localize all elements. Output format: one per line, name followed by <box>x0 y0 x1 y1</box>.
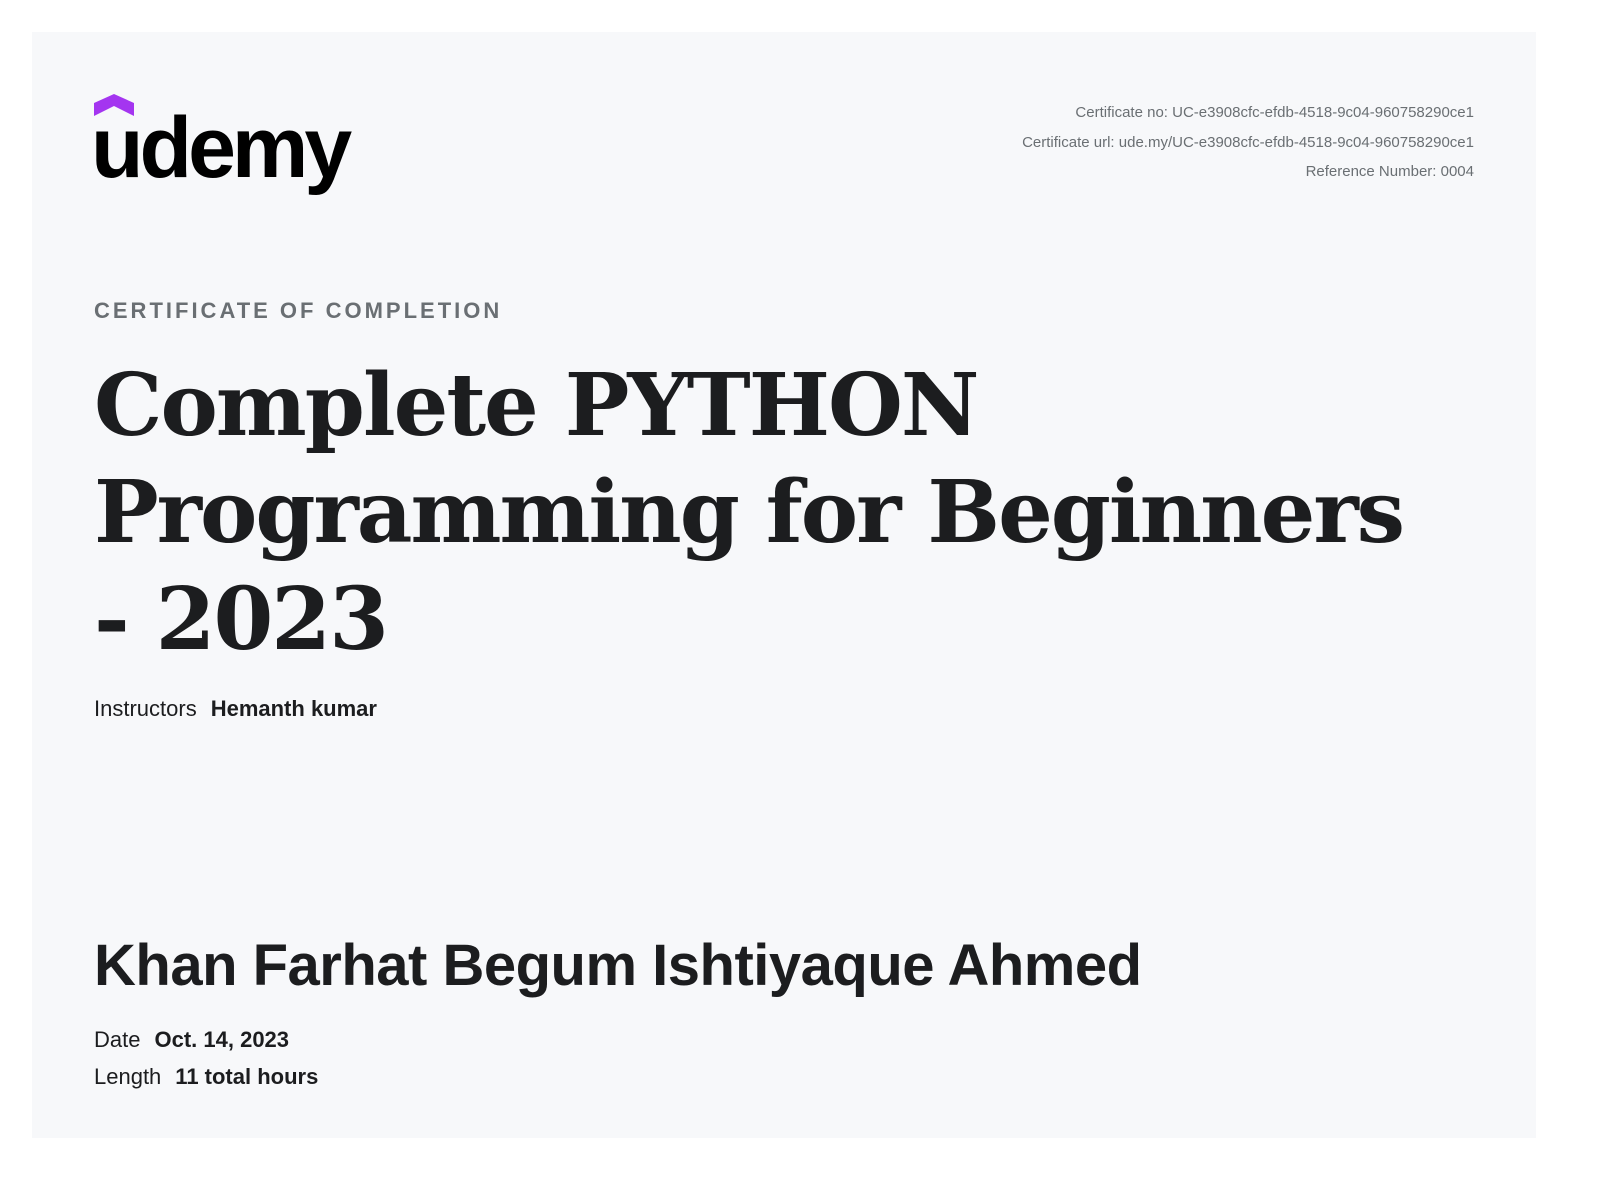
length-label: Length <box>94 1064 162 1089</box>
certificate-heading: CERTIFICATE OF COMPLETION <box>94 298 503 323</box>
length-line: Length 11 total hours <box>94 1064 318 1090</box>
date-line: Date Oct. 14, 2023 <box>94 1027 289 1053</box>
certificate-url: Certificate url: ude.my/UC-e3908cfc-efdb… <box>1022 133 1474 151</box>
certificate-card: udemy Certificate no: UC-e3908cfc-efdb-4… <box>32 32 1536 1138</box>
instructor-name: Hemanth kumar <box>210 696 377 721</box>
length-value: 11 total hours <box>175 1064 319 1089</box>
certificate-number: Certificate no: UC-e3908cfc-efdb-4518-9c… <box>1075 104 1474 121</box>
date-label: Date <box>94 1027 141 1052</box>
certificate-meta: Certificate no: UC-e3908cfc-efdb-4518-9c… <box>1022 98 1474 187</box>
logo-wordmark: udemy <box>91 100 352 196</box>
reference-number: Reference Number: 0004 <box>1305 163 1474 180</box>
course-title: Complete PYTHON Programming for Beginner… <box>94 355 1405 670</box>
date-value: Oct. 14, 2023 <box>154 1027 290 1052</box>
instructors-label: Instructors <box>94 696 197 721</box>
recipient-name: Khan Farhat Begum Ishtiyaque Ahmed <box>94 933 1142 998</box>
udemy-logo: udemy <box>91 94 364 196</box>
instructors-line: Instructors Hemanth kumar <box>94 696 377 722</box>
